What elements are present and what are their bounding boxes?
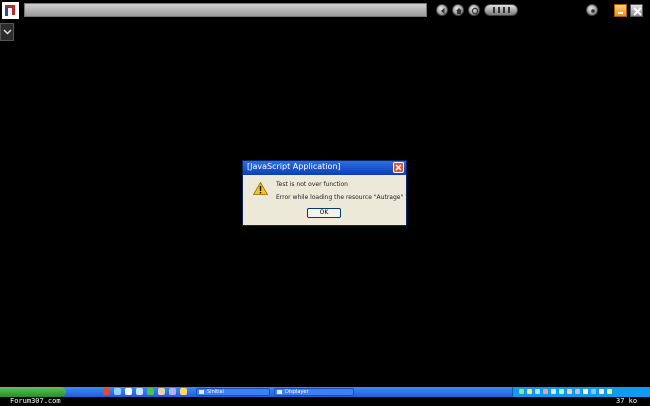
- quicklaunch-mail-icon[interactable]: [125, 388, 132, 395]
- site-watermark: Forum307.com: [10, 397, 61, 405]
- quicklaunch-messenger-icon[interactable]: [147, 388, 154, 395]
- dialog-message-line-1: Test is not over function: [276, 181, 348, 188]
- quicklaunch-desktop-icon[interactable]: [114, 388, 121, 395]
- tray-sync-icon[interactable]: [559, 389, 564, 394]
- taskbar-task-2[interactable]: Displayer: [274, 388, 354, 396]
- minimize-button[interactable]: [614, 4, 627, 17]
- dialog-message-line-2: Error while loading the resource "Autrag…: [276, 194, 409, 201]
- taskbar: Sinitial Displayer: [0, 387, 650, 397]
- tray-network-icon[interactable]: [519, 389, 524, 394]
- refresh-icon: [471, 7, 479, 15]
- footer-strip: Forum307.com 37 ko: [0, 397, 650, 406]
- back-icon: [441, 8, 445, 14]
- ok-button[interactable]: OK: [307, 208, 341, 218]
- close-icon: [633, 7, 642, 16]
- quicklaunch-app-icon[interactable]: [169, 388, 176, 395]
- tray-lang-icon[interactable]: [591, 389, 596, 394]
- top-toolbar: [0, 0, 650, 21]
- file-size-label: 37 ko: [616, 397, 638, 405]
- quicklaunch-media-icon[interactable]: [136, 388, 143, 395]
- tray-extra-icon[interactable]: [599, 389, 604, 394]
- tray-misc-icon[interactable]: [607, 389, 612, 394]
- volume-slider[interactable]: [484, 4, 518, 16]
- quicklaunch-folder-icon[interactable]: [158, 388, 165, 395]
- dialog-title: [JavaScript Application]: [247, 162, 341, 171]
- quicklaunch-browser-icon[interactable]: [103, 388, 110, 395]
- dialog-close-button[interactable]: [393, 162, 404, 173]
- home-button[interactable]: [452, 4, 464, 16]
- start-button[interactable]: [0, 387, 66, 397]
- window-close-button[interactable]: [630, 4, 643, 17]
- back-button[interactable]: [436, 4, 448, 16]
- warning-icon: [253, 182, 268, 195]
- tray-app-icon[interactable]: [551, 389, 556, 394]
- address-bar[interactable]: [24, 3, 427, 17]
- help-button[interactable]: [586, 4, 598, 16]
- tray-info-icon[interactable]: [583, 389, 588, 394]
- home-icon: [456, 8, 462, 14]
- quicklaunch-tool-icon[interactable]: [180, 388, 187, 395]
- menu-dropdown-button[interactable]: [0, 23, 14, 41]
- tray-update-icon[interactable]: [543, 389, 548, 394]
- chevron-down-icon: [3, 29, 12, 35]
- tray-security-icon[interactable]: [527, 389, 532, 394]
- help-icon: [591, 9, 595, 13]
- tray-volume-icon[interactable]: [535, 389, 540, 394]
- close-icon: [395, 164, 402, 171]
- dialog-titlebar: [JavaScript Application]: [243, 161, 406, 175]
- tray-display-icon[interactable]: [575, 389, 580, 394]
- alert-dialog: [JavaScript Application] Test is not ove…: [242, 160, 409, 226]
- app-logo: [2, 2, 19, 19]
- refresh-button[interactable]: [468, 4, 480, 16]
- system-tray: [512, 387, 650, 397]
- tray-battery-icon[interactable]: [567, 389, 572, 394]
- taskbar-task-1[interactable]: Sinitial: [196, 388, 270, 396]
